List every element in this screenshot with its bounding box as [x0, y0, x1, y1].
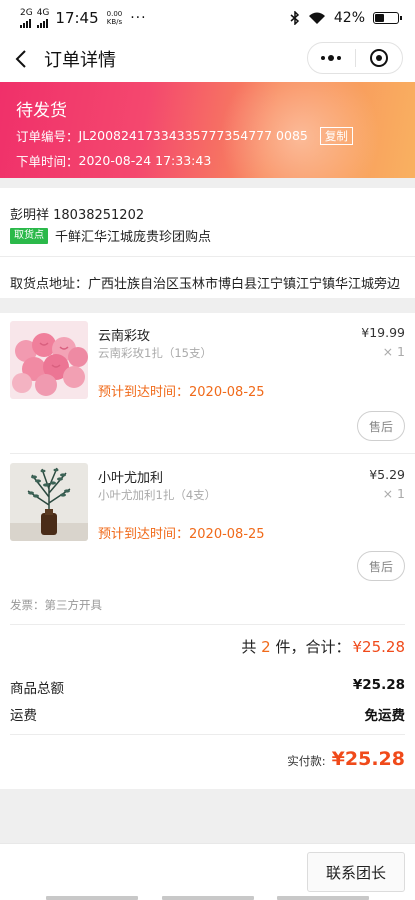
battery-level: [375, 14, 385, 22]
order-time: 2020-08-24 17:33:43: [78, 153, 212, 168]
battery-percent: 42%: [333, 10, 365, 26]
order-status: 待发货: [16, 101, 67, 121]
home-indicator: [46, 896, 369, 900]
page-title: 订单详情: [44, 50, 116, 71]
shipping-value: 免运费: [364, 708, 406, 724]
miniprogram-capsule: [307, 42, 403, 74]
shipping-row: 运费 免运费: [10, 704, 405, 724]
divider: [10, 734, 405, 735]
contact-leader-button[interactable]: 联系团长: [307, 852, 405, 892]
chevron-left-icon: [15, 50, 26, 68]
more-notifications-icon: ···: [130, 10, 147, 26]
wifi-icon: [308, 12, 325, 24]
paid-label: 实付款:: [287, 754, 326, 768]
summary-middle: 件，合计：: [270, 638, 351, 656]
back-button[interactable]: [0, 36, 42, 82]
target-circle-icon: [369, 49, 388, 67]
order-number: JL20082417334335777354777 0085: [78, 128, 308, 143]
signal-bars-icon: [20, 18, 31, 28]
speed-unit: KB/s: [106, 18, 123, 26]
goods-card: 云南彩玫 云南彩玫1扎（15支） ¥19.99 × 1 预计到达时间：2020-…: [0, 313, 415, 789]
clock: 17:45: [55, 9, 99, 27]
estimated-arrival: 预计到达时间：2020-08-25: [98, 385, 265, 400]
status-bar: 2G 4G 17:45 0.00 KB/s ··· 42%: [0, 0, 415, 36]
product-spec: 小叶尤加利1扎（4支）: [98, 488, 217, 502]
copy-button[interactable]: 复制: [319, 126, 353, 145]
product-name: 云南彩玫: [98, 329, 151, 344]
signal-2g: 2G: [20, 7, 33, 28]
summary-count: 2: [261, 638, 271, 656]
divider: [10, 453, 415, 454]
goods-total-value: ¥25.28: [352, 677, 405, 693]
pickup-address: 取货点地址：广西壮族自治区玉林市博白县江宁镇江宁镇华江城旁边: [10, 277, 401, 292]
network-speed: 0.00 KB/s: [107, 10, 123, 26]
estimated-arrival: 预计到达时间：2020-08-25: [98, 527, 265, 542]
summary-prefix: 共: [241, 638, 262, 656]
order-time-row: 下单时间： 2020-08-24 17:33:43: [16, 151, 211, 170]
product-image-roses[interactable]: [10, 321, 88, 399]
product-quantity: × 1: [382, 486, 405, 501]
close-miniprogram-button[interactable]: [356, 43, 403, 73]
divider: [10, 624, 405, 625]
paid-amount-row: 实付款: ¥25.28: [287, 748, 405, 770]
goods-total-row: 商品总额 ¥25.28: [10, 677, 405, 697]
after-sale-button[interactable]: 售后: [357, 411, 405, 441]
goods-total-label: 商品总额: [10, 681, 64, 697]
speed-value: 0.00: [106, 10, 123, 18]
pickup-tag: 取货点: [10, 227, 48, 244]
paid-value: ¥25.28: [331, 748, 405, 770]
product-price: ¥19.99: [361, 325, 405, 340]
pickup-info-card: 彭明祥 18038251202 取货点 千鲜汇华江城庞贵珍团购点 取货点地址：广…: [0, 188, 415, 298]
network-label-2: 4G: [36, 7, 50, 18]
shipping-label: 运费: [10, 708, 37, 724]
invoice-info: 发票：第三方开具: [10, 598, 102, 612]
network-label-1: 2G: [20, 7, 33, 18]
summary-amount: ¥25.28: [352, 638, 406, 656]
signal-4g: 4G: [36, 7, 50, 28]
battery-icon: [373, 12, 402, 24]
pickup-point-row: 取货点 千鲜汇华江城庞贵珍团购点: [10, 226, 211, 245]
product-price: ¥5.29: [369, 467, 405, 482]
product-image-eucalyptus[interactable]: [10, 463, 88, 541]
more-menu-button[interactable]: [308, 43, 355, 73]
bottom-action-bar: 联系团长: [0, 843, 415, 900]
more-dots-icon: [321, 55, 342, 61]
product-spec: 云南彩玫1扎（15支）: [98, 346, 212, 360]
order-summary: 共 2 件，合计： ¥25.28: [241, 636, 405, 657]
order-time-label: 下单时间：: [16, 154, 79, 169]
divider: [0, 256, 415, 257]
pickup-point-name: 千鲜汇华江城庞贵珍团购点: [55, 230, 212, 245]
order-number-row: 订单编号： JL20082417334335777354777 0085 复制: [16, 126, 353, 145]
order-number-label: 订单编号：: [16, 129, 79, 144]
nav-bar: 订单详情: [0, 36, 415, 82]
order-status-banner: 待发货 订单编号： JL20082417334335777354777 0085…: [0, 82, 415, 178]
contact-name-phone: 彭明祥 18038251202: [10, 208, 145, 223]
product-name: 小叶尤加利: [98, 471, 164, 486]
signal-bars-icon: [36, 18, 48, 28]
bluetooth-icon: [290, 11, 299, 25]
product-quantity: × 1: [382, 344, 405, 359]
after-sale-button[interactable]: 售后: [357, 551, 405, 581]
